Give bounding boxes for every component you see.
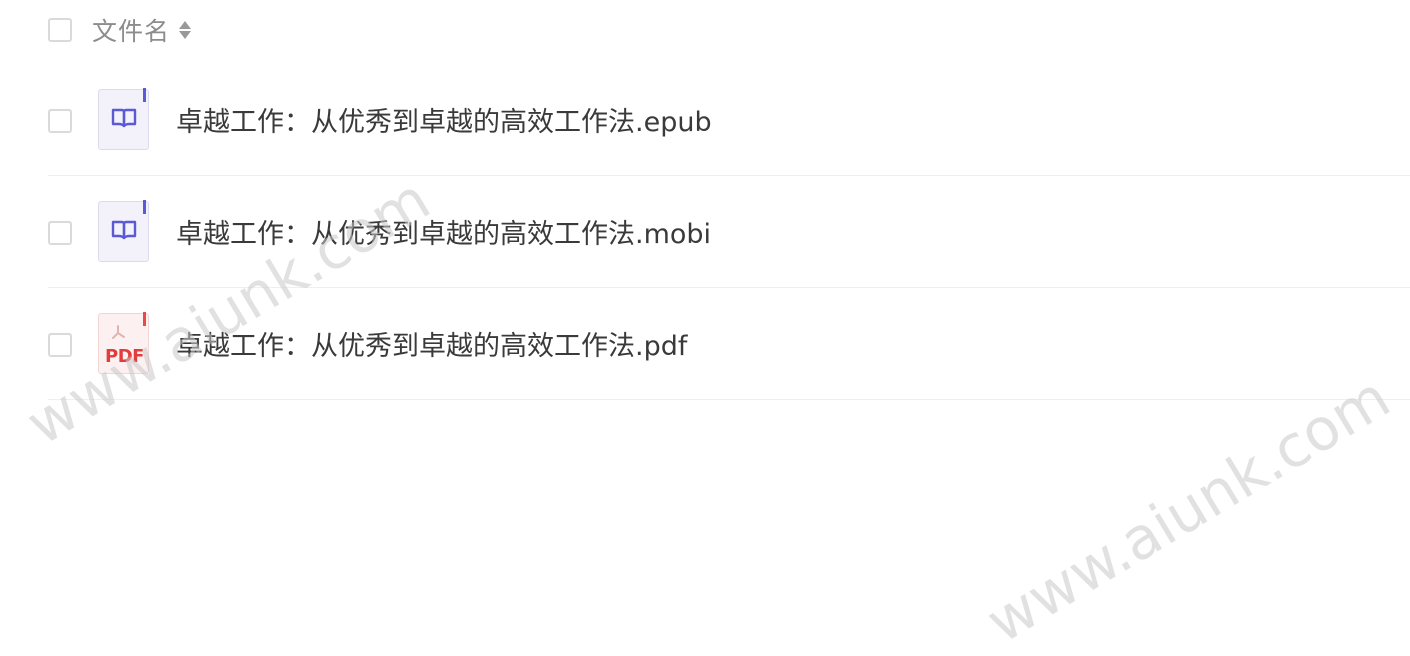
sort-up-icon [179, 21, 192, 29]
select-all-checkbox[interactable] [48, 18, 72, 42]
file-name[interactable]: 卓越工作：从优秀到卓越的高效工作法.epub [176, 100, 712, 139]
file-row[interactable]: 卓越工作：从优秀到卓越的高效工作法.mobi [48, 176, 1410, 288]
file-corner-marker [143, 312, 146, 326]
row-checkbox[interactable] [48, 332, 72, 357]
file-list-header: 文件名 [48, 12, 1410, 48]
file-row[interactable]: PDF 卓越工作：从优秀到卓越的高效工作法.pdf [48, 288, 1410, 400]
watermark: www.aiunk.com [975, 362, 1402, 656]
file-name[interactable]: 卓越工作：从优秀到卓越的高效工作法.mobi [176, 212, 711, 251]
file-row[interactable]: 卓越工作：从优秀到卓越的高效工作法.epub [48, 64, 1410, 176]
book-icon [98, 200, 149, 262]
file-corner-marker [143, 88, 146, 102]
acrobat-glyph-icon [112, 325, 125, 339]
sort-icon[interactable] [179, 19, 192, 41]
file-corner-marker [143, 200, 146, 214]
sort-down-icon [179, 31, 192, 39]
open-book-icon [111, 220, 137, 240]
pdf-icon: PDF [98, 312, 149, 374]
open-book-icon [111, 108, 137, 128]
file-list: 卓越工作：从优秀到卓越的高效工作法.epub 卓越工作：从优秀到卓越的高效工作法… [48, 64, 1410, 400]
pdf-label: PDF [105, 346, 144, 367]
row-checkbox[interactable] [48, 108, 72, 133]
file-name[interactable]: 卓越工作：从优秀到卓越的高效工作法.pdf [176, 324, 687, 363]
column-header-filename[interactable]: 文件名 [92, 12, 170, 48]
book-icon [98, 88, 149, 150]
row-checkbox[interactable] [48, 220, 72, 245]
